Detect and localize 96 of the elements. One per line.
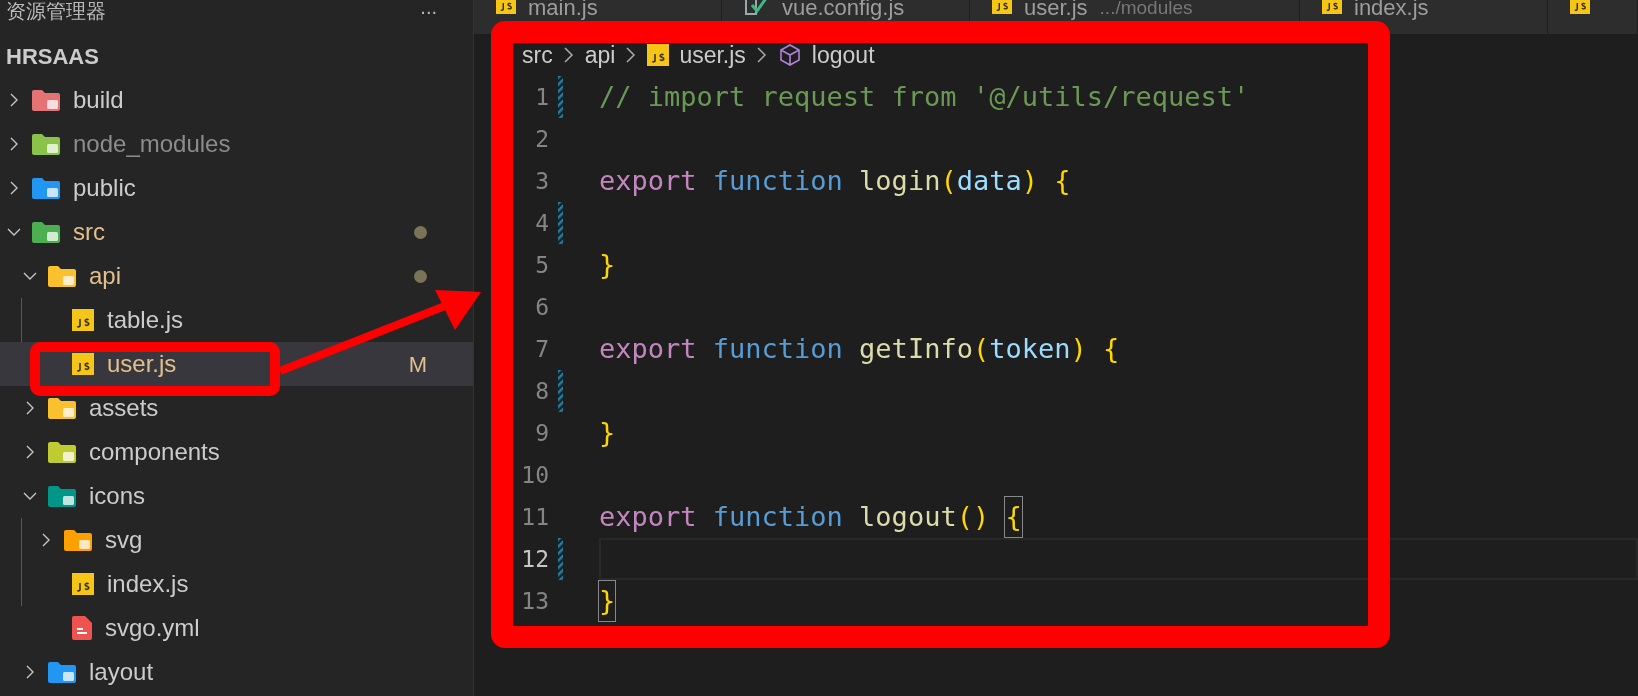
js-file-icon [72,309,94,331]
code-token: ( [972,331,990,366]
code-token: } [599,415,616,450]
item-name: components [89,437,220,467]
folder-icon [48,397,76,419]
item-name: svgo.yml [105,613,200,643]
code-token: function [712,499,844,534]
code-token: export [599,499,698,534]
folder-icon [32,133,60,155]
section-title[interactable]: HRSAAS [6,39,99,73]
js-file-icon [72,573,94,595]
editor-tab[interactable] [1548,0,1638,34]
code-token: ) [1070,331,1088,366]
breadcrumb-item[interactable]: user.js [679,37,746,73]
breadcrumb-item[interactable]: logout [811,37,875,73]
folder-icon [32,221,60,243]
line-number: 1 [534,82,549,112]
folder-icon [48,661,76,683]
item-name: src [73,217,105,247]
code-token: // import request from '@/utils/request' [599,79,1250,114]
folder-icon [48,265,76,287]
js-file-icon [496,0,516,14]
document-icon [72,616,92,640]
chevron-right-icon [625,46,638,64]
line-number: 12 [520,544,549,574]
folder-item[interactable]: src [0,210,473,254]
line-number: 3 [534,166,549,196]
item-name: svg [105,525,143,555]
line-number: 10 [520,460,549,490]
tab-path: .../modules [1099,0,1193,16]
code-token: export [599,331,698,366]
code-token: export [599,163,698,198]
code-token: { [1054,163,1071,198]
item-name: build [73,85,124,115]
line-number: 5 [534,250,549,280]
line-number: 4 [534,208,549,238]
folder-item[interactable]: components [0,430,473,474]
sidebar-title: 资源管理器 [6,0,106,22]
code-token: } [599,580,616,622]
line-number: 8 [534,376,549,406]
item-name: api [89,261,122,291]
folder-icon [32,89,60,111]
folder-icon [32,177,60,199]
line-number: 7 [534,334,549,364]
js-file-icon [1322,0,1342,14]
code-token: ( [940,163,957,198]
file-item[interactable]: svgo.yml [0,606,240,650]
folder-item[interactable]: build [0,78,473,122]
code-token: () [956,499,991,534]
item-name: table.js [107,305,184,335]
folder-icon [48,441,76,463]
item-name: index.js [107,569,189,599]
js-file-icon [647,44,670,66]
code-token: { [1005,496,1022,538]
line-number: 13 [520,586,549,616]
item-name: user.js [107,349,177,379]
git-status: M [408,350,427,379]
code-token: data [956,163,1022,198]
folder-item[interactable]: api [0,254,473,298]
line-number: 11 [520,502,549,532]
js-file-icon [992,0,1012,14]
folder-item[interactable]: node_modules [0,122,473,166]
code-token: } [599,247,616,282]
item-name: layout [89,657,154,687]
line-number: 2 [534,124,549,154]
folder-item[interactable]: public [0,166,473,210]
cube-icon [777,43,802,67]
js-file-icon [72,353,94,375]
code-token: function [712,163,844,198]
breadcrumb-item[interactable]: api [584,37,616,73]
js-file-icon [1570,0,1590,14]
code-token: ) [1021,163,1039,198]
line-number: 9 [534,418,549,448]
item-name: icons [89,481,146,511]
chevron-right-icon [562,46,575,64]
item-name: node_modules [73,129,231,159]
code-token: logout [859,499,957,534]
folder-item[interactable]: assets [0,386,473,430]
more-actions-button[interactable]: ... [420,0,437,14]
folder-item[interactable]: icons [0,474,473,518]
code-token: { [1102,331,1120,366]
code-token: function [712,331,844,366]
file-item[interactable]: index.js [0,562,229,606]
item-name: assets [89,393,159,423]
line-number: 6 [534,292,549,322]
code-token: token [989,331,1071,366]
chevron-right-icon [755,46,768,64]
folder-item[interactable]: svg [0,518,473,562]
item-name: public [73,173,136,203]
folder-icon [64,529,92,551]
code-token: login [859,163,941,198]
breadcrumb-item[interactable]: src [522,37,553,73]
file-item[interactable]: table.js [0,298,224,342]
folder-item[interactable]: layout [0,650,473,694]
code-token: getInfo [859,331,973,366]
folder-icon [48,485,76,507]
